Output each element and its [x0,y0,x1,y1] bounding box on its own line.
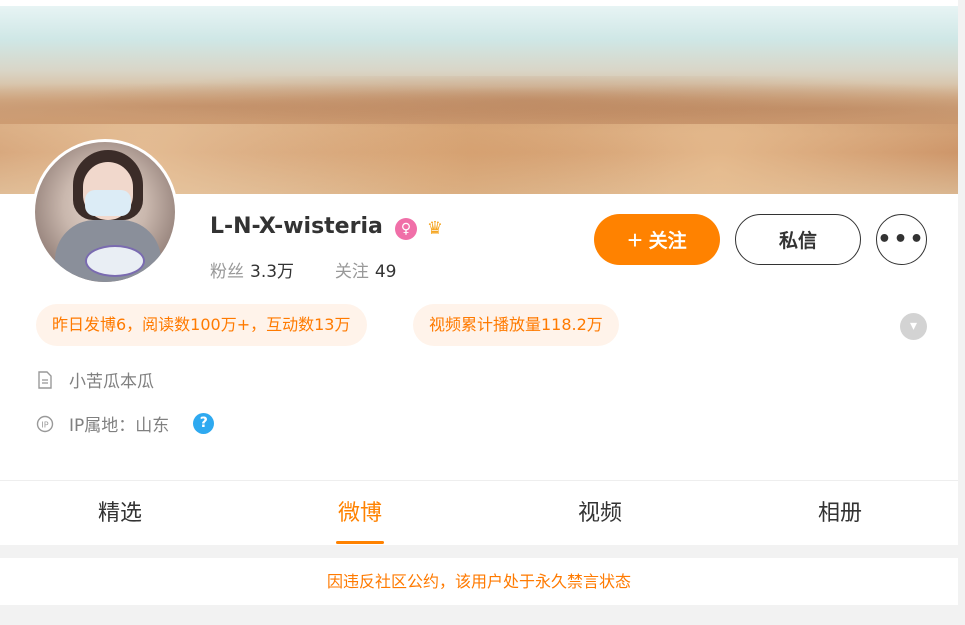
ip-location-text: IP属地：山东 [69,416,170,436]
tab-weibo-label: 微博 [337,501,382,526]
vip-crown-icon[interactable]: ♛ [423,217,447,241]
expand-chevron-down-icon[interactable]: ▾ [900,313,927,340]
ip-location-row: IP IP属地：山东 ? [36,411,215,436]
ban-notice: 因违反社区公约，该用户处于永久禁言状态 [0,558,958,605]
more-options-button[interactable]: ••• [876,214,927,265]
avatar[interactable] [32,139,178,285]
plus-icon: + [627,224,643,255]
profile-card: L-N-X-wisteria ♀ ♛ 粉丝 3.3万 关注 49 + 关注 私信 •… [0,0,958,545]
help-question-icon[interactable]: ? [193,413,215,434]
following-count: 49 [374,262,397,282]
profile-tabs: 精选 微博 视频 相册 [0,480,958,546]
yesterday-stats-badge[interactable]: 昨日发博6，阅读数100万+，互动数13万 [36,304,367,346]
ip-icon: IP [36,415,54,433]
fans-stat[interactable]: 粉丝 3.3万 [210,262,299,282]
document-icon [36,370,54,389]
message-button[interactable]: 私信 [735,214,861,265]
active-tab-underline [336,541,384,544]
tab-albums[interactable]: 相册 [720,481,960,546]
tab-weibo[interactable]: 微博 [240,481,480,546]
female-badge-icon: ♀ [395,218,417,240]
bio-text: 小苦瓜本瓜 [69,372,154,392]
following-stat[interactable]: 关注 49 [335,262,397,282]
fans-count: 3.3万 [250,262,295,282]
video-plays-badge[interactable]: 视频累计播放量118.2万 [413,304,619,346]
profile-name: L-N-X-wisteria [210,214,383,239]
tab-videos[interactable]: 视频 [480,481,720,546]
follow-label: 关注 [648,231,687,252]
follow-button[interactable]: + 关注 [594,214,720,265]
svg-text:IP: IP [41,420,48,429]
bio-row: 小苦瓜本瓜 [36,367,154,392]
tab-featured[interactable]: 精选 [0,481,240,546]
following-label: 关注 [334,262,369,282]
fans-label: 粉丝 [210,262,244,282]
profile-stats: 粉丝 3.3万 关注 49 [210,257,397,282]
